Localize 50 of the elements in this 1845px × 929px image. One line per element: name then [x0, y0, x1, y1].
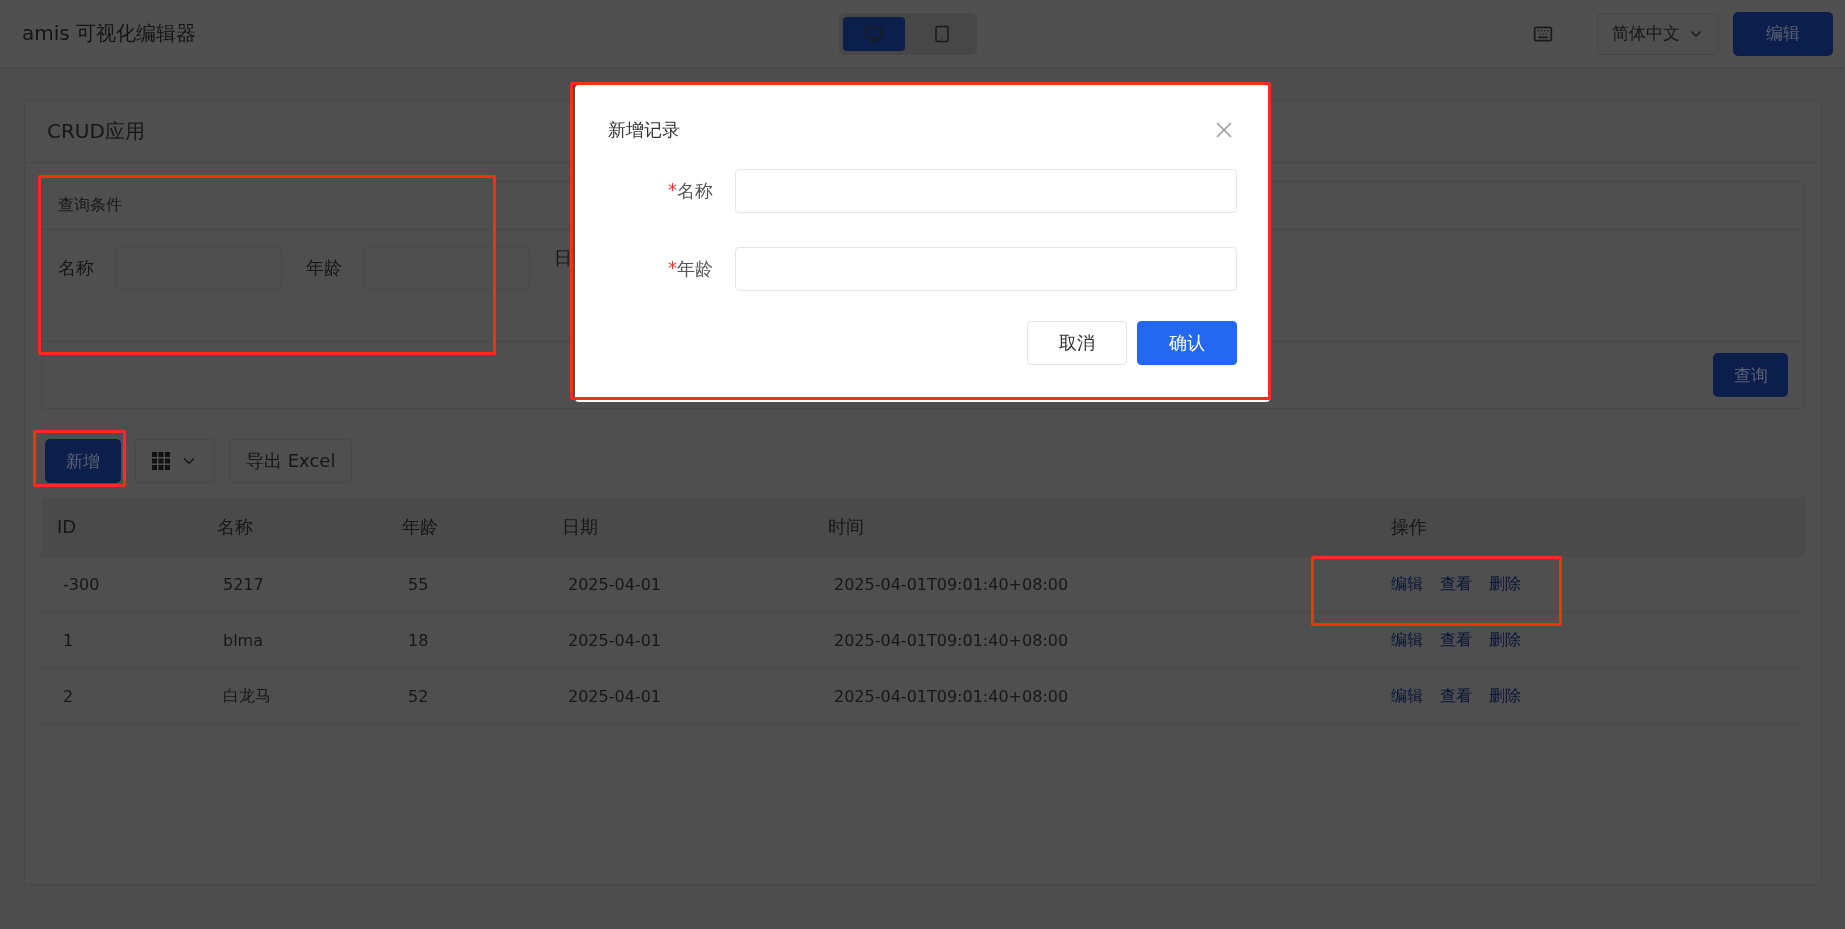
dialog-title: 新增记录 — [608, 118, 680, 142]
search-button[interactable]: 查询 — [1713, 353, 1788, 397]
action-link[interactable]: 查看 — [1440, 686, 1472, 707]
table-cell-text: 1 — [63, 631, 75, 650]
filter-title: 查询条件 — [58, 195, 122, 216]
action-link[interactable]: 编辑 — [1391, 574, 1423, 595]
table-cell-text: 2025-04-01T09:01:40+08:00 — [834, 687, 1070, 706]
table-cell-text: 55 — [408, 575, 430, 594]
field-label: 名称 — [58, 256, 94, 280]
table-cell-text: 18 — [408, 631, 430, 650]
table-cell-text: 2025-04-01 — [568, 687, 662, 706]
field-label: 年龄 — [306, 256, 342, 280]
table-cell-text: blma — [223, 631, 264, 650]
action-link[interactable]: 查看 — [1440, 574, 1472, 595]
text-input[interactable] — [735, 247, 1237, 291]
required-mark: * — [668, 257, 677, 280]
app-title: amis 可视化编辑器 — [22, 20, 197, 47]
add-button[interactable]: 新增 — [45, 439, 121, 483]
cancel-button[interactable]: 取消 — [1027, 321, 1127, 365]
table-cell-text: 2 — [63, 687, 75, 706]
table-cell-text: 5217 — [223, 575, 265, 594]
action-link[interactable]: 编辑 — [1391, 630, 1423, 651]
field-label: 年龄 — [677, 257, 713, 281]
filter-input[interactable] — [364, 246, 530, 290]
page-title: CRUD应用 — [47, 118, 145, 145]
action-link[interactable]: 删除 — [1489, 686, 1521, 707]
columns-toggle-button[interactable] — [135, 439, 215, 483]
field-label: 名称 — [677, 179, 713, 203]
table-cell-text: 2025-04-01T09:01:40+08:00 — [834, 631, 1070, 650]
language-select[interactable]: 简体中文 — [1597, 12, 1719, 55]
desktop-view-button[interactable] — [842, 16, 905, 51]
action-link[interactable]: 编辑 — [1391, 686, 1423, 707]
text-input[interactable] — [735, 169, 1237, 213]
monitor-icon — [864, 24, 883, 43]
action-link[interactable]: 删除 — [1489, 574, 1521, 595]
confirm-button[interactable]: 确认 — [1137, 321, 1237, 365]
grid-icon — [152, 452, 170, 470]
table-cell-text: 白龙马 — [223, 686, 272, 707]
table-cell-text: 2025-04-01 — [568, 631, 662, 650]
table-cell-text: 52 — [408, 687, 430, 706]
action-link[interactable]: 删除 — [1489, 630, 1521, 651]
tablet-icon — [932, 24, 951, 43]
table-cell-text: -300 — [63, 575, 101, 594]
action-link[interactable]: 查看 — [1440, 630, 1472, 651]
edit-button[interactable]: 编辑 — [1733, 11, 1833, 56]
table-cell-text: 2025-04-01 — [568, 575, 662, 594]
required-mark: * — [668, 179, 677, 202]
field-label: 日 — [554, 246, 572, 270]
export-excel-button[interactable]: 导出 Excel — [229, 439, 353, 483]
table-cell-text: 2025-04-01T09:01:40+08:00 — [834, 575, 1070, 594]
